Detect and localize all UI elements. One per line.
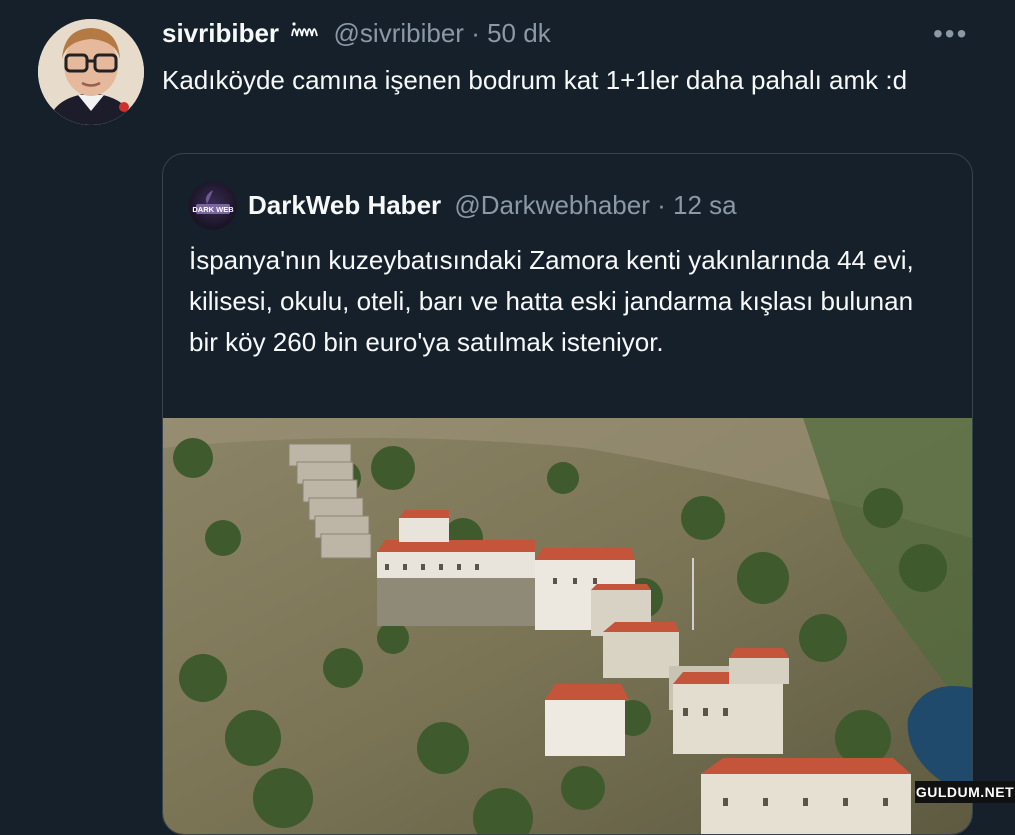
quote-avatar-logo: DARK WEB: [192, 190, 234, 214]
quote-header: DarkWeb Haber @Darkwebhaber · 12 sa: [248, 190, 737, 221]
watermark: GULDUM.NET: [915, 781, 1015, 803]
handle[interactable]: @sivribiber: [334, 18, 464, 48]
quote-display-name[interactable]: DarkWeb Haber: [248, 190, 441, 220]
separator-dot: ·: [471, 18, 480, 48]
quote-photo[interactable]: [163, 418, 972, 835]
avatar-image: [38, 19, 144, 125]
display-name[interactable]: sivribiber: [162, 18, 279, 48]
quote-avatar[interactable]: DARK WEB: [189, 182, 237, 230]
tweet-header: sivribiber @sivribiber · 50 dk: [162, 18, 551, 49]
quote-timestamp[interactable]: 12 sa: [673, 190, 737, 220]
more-icon[interactable]: •••: [933, 18, 968, 50]
quoted-tweet[interactable]: DARK WEB DarkWeb Haber @Darkwebhaber · 1…: [162, 153, 973, 835]
quote-avatar-text: DARK WEB: [192, 205, 234, 214]
verified-squiggle-icon: [290, 18, 320, 42]
quote-separator-dot: ·: [657, 190, 666, 220]
timestamp[interactable]: 50 dk: [487, 18, 551, 48]
avatar[interactable]: [38, 19, 144, 125]
quote-handle[interactable]: @Darkwebhaber: [454, 190, 649, 220]
quote-text: İspanya'nın kuzeybatısındaki Zamora kent…: [189, 245, 914, 357]
tweet-text: Kadıköyde camına işenen bodrum kat 1+1le…: [162, 65, 908, 95]
